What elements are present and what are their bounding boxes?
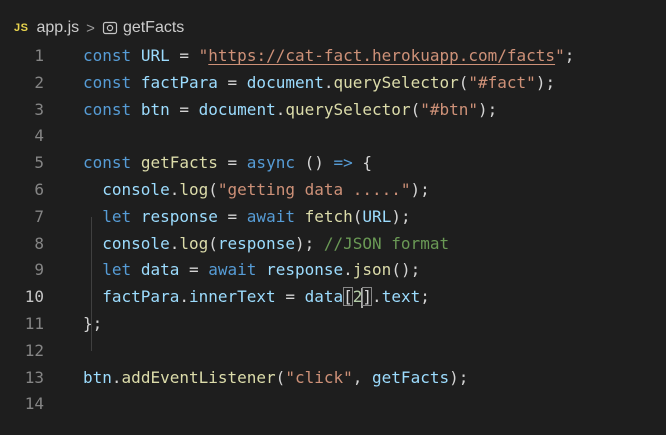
line-number: 13 (24, 367, 44, 387)
code-line[interactable]: 8 console.log(response); //JSON format (0, 231, 666, 258)
code-text[interactable]: const btn = document.querySelector("#btn… (83, 97, 497, 124)
code-line[interactable]: 11}; (0, 311, 666, 338)
code-text[interactable]: const getFacts = async () => { (83, 150, 372, 177)
code-line[interactable]: 14 (0, 391, 666, 418)
line-number: 1 (34, 46, 44, 65)
line-number: 7 (34, 206, 44, 226)
code-text[interactable]: let response = await fetch(URL); (83, 204, 410, 231)
code-text[interactable]: btn.addEventListener("click", getFacts); (83, 365, 468, 392)
code-line[interactable]: 5 const getFacts = async () => { (0, 150, 666, 177)
line-number: 8 (34, 233, 44, 253)
code-line[interactable]: 9 let data = await response.json(); (0, 257, 666, 284)
code-line[interactable]: 12 (0, 338, 666, 365)
code-line[interactable]: 6 console.log("getting data ....."); (0, 177, 666, 204)
code-line[interactable]: 4 (0, 123, 666, 150)
code-line[interactable]: 2 const factPara = document.querySelector… (0, 70, 666, 97)
javascript-file-icon: JS (14, 22, 29, 34)
code-line[interactable]: 3 const btn = document.querySelector("#bt… (0, 97, 666, 124)
code-line[interactable]: 13 btn.addEventListener("click", getFacts… (0, 365, 666, 392)
breadcrumb-symbol[interactable]: getFacts (123, 19, 184, 37)
code-text[interactable]: factPara.innerText = data[2].text; (83, 284, 430, 311)
line-number: 12 (24, 340, 44, 360)
line-number: 5 (34, 153, 44, 173)
line-number: 6 (34, 179, 44, 199)
code-line[interactable]: 7 let response = await fetch(URL); (0, 204, 666, 231)
code-line[interactable]: 1 const URL = "https://cat-fact.herokuapp… (0, 43, 666, 70)
code-text[interactable]: console.log(response); //JSON format (83, 231, 449, 258)
code-editor[interactable]: 1 const URL = "https://cat-fact.herokuapp… (0, 43, 666, 418)
line-number: 11 (24, 313, 44, 333)
line-number: 10 (24, 287, 44, 307)
line-number: 4 (34, 126, 44, 146)
breadcrumb: JS app.js > getFacts (14, 16, 184, 40)
symbol-method-icon (102, 20, 118, 36)
breadcrumb-file[interactable]: app.js (36, 19, 79, 37)
line-number: 9 (34, 260, 44, 280)
code-text[interactable]: const factPara = document.querySelector(… (83, 70, 555, 97)
breadcrumb-separator: > (86, 19, 95, 37)
line-number: 2 (34, 72, 44, 92)
code-text[interactable]: let data = await response.json(); (83, 257, 420, 284)
code-text[interactable]: const URL = "https://cat-fact.herokuapp.… (83, 43, 574, 70)
code-line[interactable]: 10 factPara.innerText = data[2].text; (0, 284, 666, 311)
line-number: 14 (24, 394, 44, 414)
code-text[interactable]: }; (83, 311, 102, 338)
line-number: 3 (34, 99, 44, 119)
code-text[interactable]: console.log("getting data ....."); (83, 177, 430, 204)
